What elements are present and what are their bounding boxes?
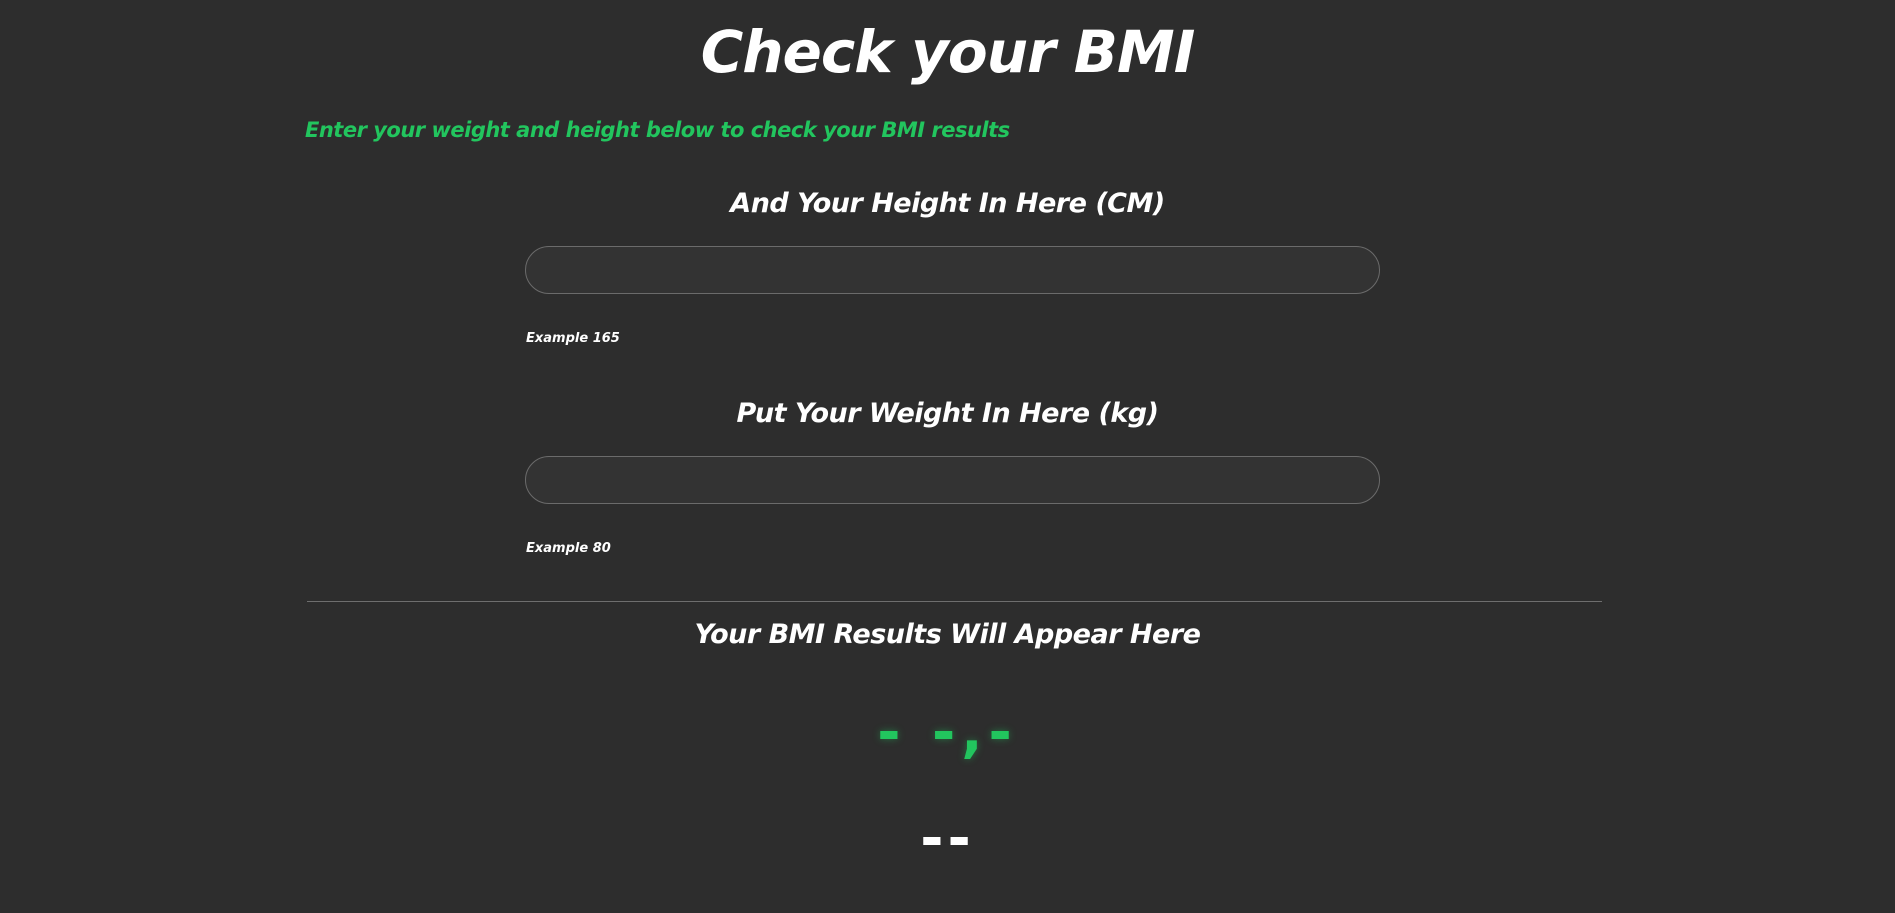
bmi-value: - -,-	[877, 700, 1018, 765]
divider	[307, 601, 1602, 602]
page-subtitle: Enter your weight and height below to ch…	[305, 118, 1010, 142]
page-title: Check your BMI	[700, 18, 1196, 86]
weight-input[interactable]	[525, 456, 1380, 504]
height-input[interactable]	[525, 246, 1380, 294]
results-heading: Your BMI Results Will Appear Here	[694, 619, 1201, 650]
weight-hint: Example 80	[526, 541, 611, 556]
weight-label: Put Your Weight In Here (kg)	[736, 398, 1159, 429]
bmi-page: Check your BMI Enter your weight and hei…	[0, 0, 1895, 913]
height-label: And Your Height In Here (CM)	[730, 188, 1165, 219]
bmi-category: --	[920, 806, 975, 871]
height-hint: Example 165	[526, 331, 620, 346]
